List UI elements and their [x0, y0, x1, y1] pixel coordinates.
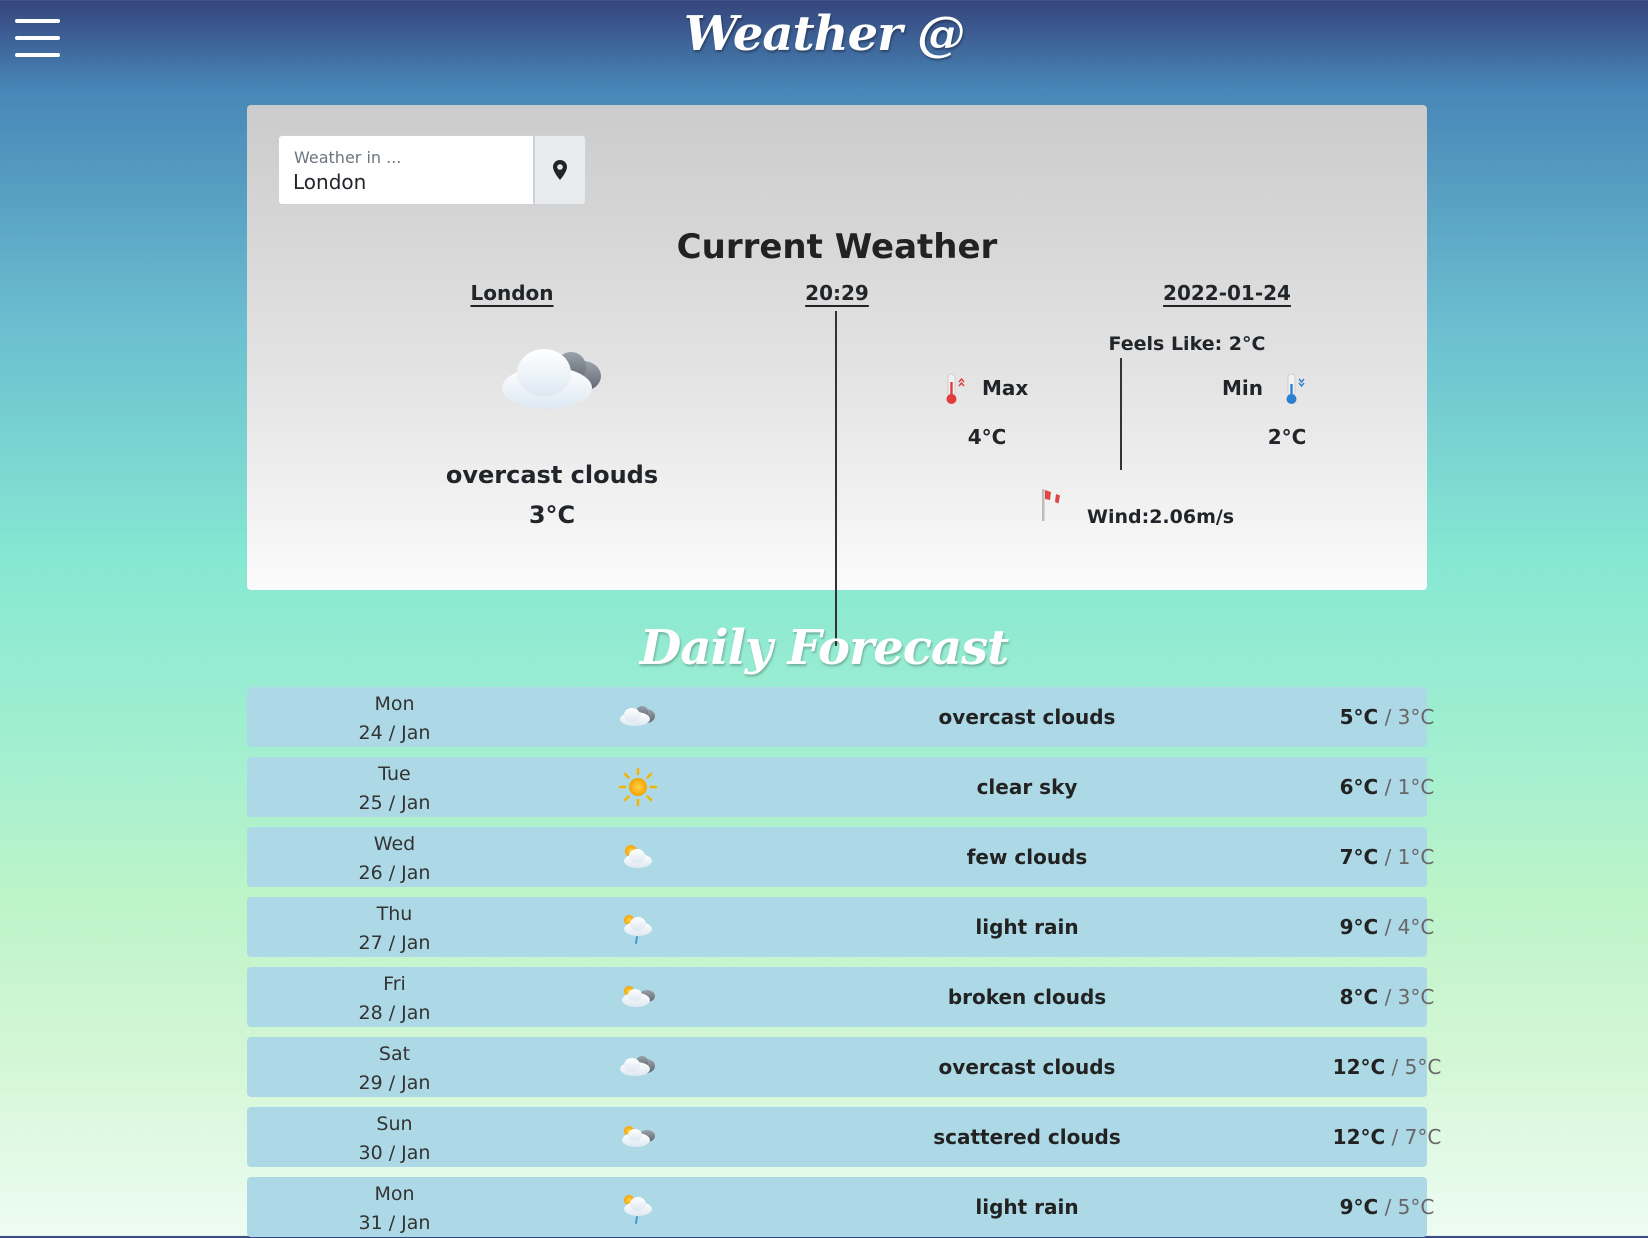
forecast-weekday: Mon — [374, 1183, 415, 1205]
overcast-clouds-icon — [490, 343, 616, 433]
max-label: Max — [982, 376, 1029, 400]
forecast-high: 9°C — [1339, 915, 1379, 939]
overcast-clouds-icon — [617, 1047, 659, 1087]
forecast-high: 12°C — [1332, 1125, 1386, 1149]
forecast-row: Mon 31 / Jan light rain 9°C / 5°C — [247, 1177, 1434, 1238]
top-bar: Weather @ — [0, 0, 1648, 80]
forecast-day: Thu 27 / Jan — [247, 900, 542, 958]
forecast-temps: 7°C / 1°C — [1107, 827, 1648, 887]
forecast-date: 29 / Jan — [358, 1072, 431, 1094]
forecast-date: 25 / Jan — [358, 792, 431, 814]
center-divider — [835, 311, 837, 646]
forecast-weekday: Mon — [374, 693, 415, 715]
forecast-temps: 6°C / 1°C — [1107, 757, 1648, 817]
overcast-clouds-icon — [617, 697, 659, 737]
max-min-divider — [1120, 358, 1122, 470]
forecast-day: Sat 29 / Jan — [247, 1040, 542, 1098]
forecast-day: Sun 30 / Jan — [247, 1110, 542, 1168]
search-floating-label: Weather in ... — [294, 148, 402, 167]
forecast-low: / 4°C — [1378, 915, 1435, 939]
forecast-high: 8°C — [1339, 985, 1379, 1009]
forecast-date: 31 / Jan — [358, 1212, 431, 1234]
current-temperature: 3°C — [528, 501, 576, 529]
forecast-low: / 1°C — [1378, 775, 1435, 799]
sun-icon — [617, 767, 659, 807]
thermometer-cold-icon — [1282, 372, 1308, 406]
forecast-row: Sun 30 / Jan scattered clouds 12°C / 7°C — [247, 1107, 1441, 1168]
forecast-day: Mon 31 / Jan — [247, 1180, 542, 1238]
forecast-high: 7°C — [1339, 845, 1379, 869]
scattered-clouds-icon — [617, 1117, 659, 1157]
forecast-low: / 5°C — [1378, 1195, 1435, 1219]
map-pin-icon — [553, 160, 567, 180]
forecast-temps: 5°C / 3°C — [1107, 687, 1648, 747]
light-rain-icon — [617, 1187, 659, 1227]
city-search-field[interactable]: Weather in ... — [278, 135, 534, 205]
forecast-date: 27 / Jan — [358, 932, 431, 954]
forecast-low: / 3°C — [1378, 985, 1435, 1009]
forecast-day: Mon 24 / Jan — [247, 690, 542, 748]
forecast-date: 30 / Jan — [358, 1142, 431, 1164]
current-weather-card: Weather in ... Current Weather London 20… — [247, 105, 1427, 646]
daily-forecast-title: Daily Forecast — [639, 620, 1010, 676]
forecast-low: / 1°C — [1378, 845, 1435, 869]
forecast-temps: 9°C / 5°C — [1107, 1177, 1648, 1237]
city-name: London — [470, 281, 554, 305]
broken-clouds-icon — [617, 977, 659, 1017]
forecast-weekday: Tue — [378, 763, 411, 785]
current-time: 20:29 — [805, 281, 869, 305]
forecast-weekday: Sun — [376, 1113, 413, 1135]
feels-like: Feels Like: 2°C — [1108, 333, 1266, 355]
forecast-high: 5°C — [1339, 705, 1379, 729]
forecast-high: 9°C — [1339, 1195, 1379, 1219]
forecast-day: Tue 25 / Jan — [247, 760, 542, 818]
forecast-row: Sat 29 / Jan overcast clouds 12°C / 5°C — [247, 1037, 1441, 1098]
forecast-row: Thu 27 / Jan light rain 9°C / 4°C — [247, 897, 1434, 958]
forecast-date: 24 / Jan — [358, 722, 431, 744]
forecast-day: Wed 26 / Jan — [247, 830, 542, 888]
forecast-low: / 7°C — [1385, 1125, 1442, 1149]
forecast-row: Fri 28 / Jan broken clouds 8°C / 3°C — [247, 967, 1434, 1028]
max-value: 4°C — [967, 425, 1007, 449]
forecast-low: / 3°C — [1378, 705, 1435, 729]
light-rain-icon — [617, 907, 659, 947]
forecast-temps: 12°C / 7°C — [1107, 1107, 1648, 1167]
forecast-weekday: Thu — [376, 903, 413, 925]
forecast-weekday: Wed — [373, 833, 416, 855]
current-weather-title: Current Weather — [676, 227, 998, 267]
forecast-date: 28 / Jan — [358, 1002, 431, 1024]
forecast-weekday: Sat — [378, 1043, 411, 1065]
forecast-weekday: Fri — [383, 973, 406, 995]
forecast-temps: 12°C / 5°C — [1107, 1037, 1648, 1097]
forecast-high: 12°C — [1332, 1055, 1386, 1079]
forecast-date: 26 / Jan — [358, 862, 431, 884]
forecast-temps: 8°C / 3°C — [1107, 967, 1648, 1027]
current-description: overcast clouds — [445, 461, 659, 489]
forecast-high: 6°C — [1339, 775, 1379, 799]
forecast-row: Tue 25 / Jan clear sky 6°C / 1°C — [247, 757, 1434, 818]
current-date: 2022-01-24 — [1163, 281, 1291, 305]
wind-sock-icon — [1037, 485, 1071, 523]
wind-speed: Wind:2.06m/s — [1087, 506, 1235, 528]
forecast-low: / 5°C — [1385, 1055, 1442, 1079]
min-label: Min — [1222, 376, 1263, 400]
forecast-day: Fri 28 / Jan — [247, 970, 542, 1028]
brand-title: Weather @ — [683, 6, 965, 62]
forecast-temps: 9°C / 4°C — [1107, 897, 1648, 957]
city-search-input[interactable] — [293, 170, 518, 194]
location-button[interactable] — [534, 135, 586, 205]
thermometer-hot-icon — [942, 372, 968, 406]
forecast-row: Mon 24 / Jan overcast clouds 5°C / 3°C — [247, 687, 1434, 748]
few-clouds-icon — [617, 837, 659, 877]
forecast-row: Wed 26 / Jan few clouds 7°C / 1°C — [247, 827, 1434, 888]
min-value: 2°C — [1267, 425, 1307, 449]
